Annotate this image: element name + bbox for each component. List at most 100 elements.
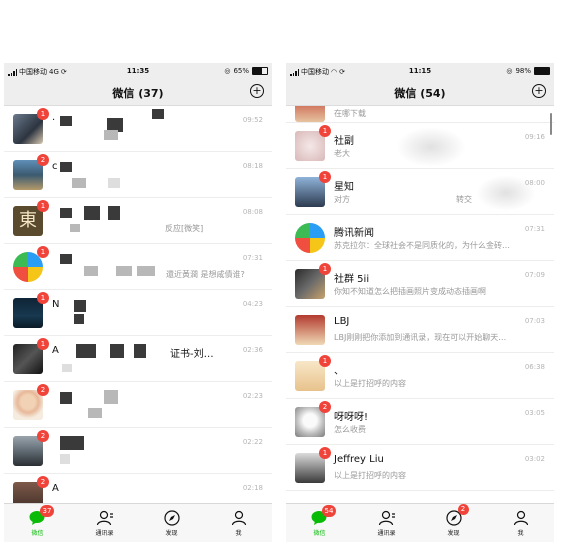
chat-row[interactable]: 2 呀呀呀! 怎么收费 03:05 [286, 399, 554, 445]
unread-badge: 1 [319, 125, 331, 137]
battery-icon [534, 67, 550, 75]
left-phone-screen: 中国移动 4G ⟳ 11:35 ◎ 65% 微信 (37) + 1 · 09:5… [4, 63, 272, 542]
chat-name: Jeffrey Liu [334, 454, 384, 465]
tab-unread-badge: 2 [457, 504, 469, 515]
unread-badge: 1 [37, 200, 49, 212]
battery-percent: 98% [515, 67, 531, 75]
chat-time: 06:38 [524, 363, 545, 371]
chat-row[interactable]: 2 02:22 [4, 428, 272, 474]
unread-badge: 1 [37, 338, 49, 350]
scrollbar[interactable] [550, 113, 552, 135]
chat-row[interactable]: 2 A 02:18 [4, 474, 272, 504]
person-icon [513, 510, 528, 526]
chat-preview: LBJ刚刚把你添加到通讯录，现在可以开始聊天… [334, 333, 507, 342]
status-bar: 中国移动 4G ⟳ 11:35 ◎ 65% [4, 63, 272, 80]
unread-badge: 2 [37, 476, 49, 488]
unread-badge: 1 [37, 246, 49, 258]
battery-icon [252, 67, 268, 75]
chat-preview: 你知不知道怎么把插画照片变成动态插画啊 [334, 287, 486, 296]
chat-time: 09:16 [524, 133, 545, 141]
unread-badge: 1 [319, 263, 331, 275]
chat-row[interactable]: 東 1 反应[微笑] 08:08 [4, 198, 272, 244]
chat-row[interactable]: 1 Jeffrey Liu 以上是打招呼的内容 03:02 [286, 445, 554, 491]
chat-row[interactable]: 1 還近黃潤 是想咸債谁? 07:31 [4, 244, 272, 290]
tab-bar: 54 微信 通讯录 2 发现 我 [286, 503, 554, 542]
chat-row[interactable]: 1 社群 5ii 你知不知道怎么把插画照片变成动态插画啊 07:09 [286, 261, 554, 307]
avatar [295, 315, 325, 345]
chat-name: A [52, 345, 59, 356]
unread-badge: 1 [319, 447, 331, 459]
chat-time: 07:31 [524, 225, 545, 233]
avatar [295, 223, 325, 253]
add-plus-button[interactable]: + [532, 84, 546, 98]
chat-row[interactable]: 2 02:23 [4, 382, 272, 428]
chat-row[interactable]: 2 c 08:18 [4, 152, 272, 198]
chat-name: 、 [334, 366, 344, 377]
chat-name: 星知 [334, 182, 354, 193]
chat-time: 09:52 [242, 116, 263, 124]
unread-badge: 1 [319, 171, 331, 183]
unread-badge: 2 [37, 430, 49, 442]
chat-preview: 怎么收费 [334, 425, 366, 434]
tab-label: 我 [235, 530, 242, 537]
tab-discover[interactable]: 发现 [138, 504, 205, 542]
chat-time: 02:22 [242, 438, 263, 446]
tab-contacts[interactable]: 通讯录 [353, 504, 420, 542]
tab-bar: 37 微信 通讯录 发现 我 [4, 503, 272, 542]
tab-label: 微信 [31, 530, 44, 537]
chat-name: N [52, 299, 60, 310]
tab-me[interactable]: 我 [205, 504, 272, 542]
chat-preview: 对方 [334, 195, 350, 204]
tab-chats[interactable]: 37 微信 [4, 504, 71, 542]
chat-row[interactable]: 1 · 09:52 [4, 106, 272, 152]
tab-contacts[interactable]: 通讯录 [71, 504, 138, 542]
right-phone-screen: 中国移动 ◠ ⟳ 11:15 ◎ 98% 微信 (54) + 在哪下载 1 社副… [286, 63, 554, 542]
battery-percent: 65% [233, 67, 249, 75]
chat-name: 腾讯新闻 [334, 228, 374, 239]
chat-time: 08:18 [242, 162, 263, 170]
chat-name: 社副 [334, 136, 354, 147]
chat-time: 08:00 [524, 179, 545, 187]
chat-row[interactable]: 1 、 以上是打招呼的内容 06:38 [286, 353, 554, 399]
chat-name: 社群 5ii [334, 274, 370, 285]
chat-preview: 反应[微笑] [165, 224, 204, 233]
chat-name: 呀呀呀! [334, 412, 369, 423]
chat-row[interactable]: 腾讯新闻 苏克拉尔：全球社会不是同质化的，为什么金砖… 07:31 [286, 215, 554, 261]
chat-row[interactable]: LBJ LBJ刚刚把你添加到通讯录，现在可以开始聊天… 07:03 [286, 307, 554, 353]
chat-list[interactable]: 在哪下载 1 社副 老大 09:16 1 星知 对方 转交 08:00 腾讯新闻… [286, 106, 554, 504]
chat-time: 07:31 [242, 254, 263, 262]
rotation-lock-icon: ◎ [224, 67, 231, 75]
unread-badge: 2 [37, 154, 49, 166]
contacts-icon [378, 510, 395, 526]
chat-name: c [52, 161, 58, 172]
contacts-icon [96, 510, 113, 526]
chat-time: 07:03 [524, 317, 545, 325]
chat-preview: 以上是打招呼的内容 [334, 379, 406, 388]
page-title: 微信 (54) [394, 87, 446, 100]
chat-time: 07:09 [524, 271, 545, 279]
tab-discover[interactable]: 2 发现 [420, 504, 487, 542]
chat-preview: 证书-刘… [170, 349, 214, 360]
chat-preview: 以上是打招呼的内容 [334, 471, 406, 480]
chat-row-partial[interactable]: 在哪下载 [286, 106, 554, 123]
tab-unread-badge: 54 [321, 505, 337, 517]
chat-name: LBJ [334, 316, 350, 327]
rotation-lock-icon: ◎ [506, 67, 513, 75]
chat-row[interactable]: 1 星知 对方 转交 08:00 [286, 169, 554, 215]
chat-name: A [52, 483, 59, 494]
status-bar: 中国移动 ◠ ⟳ 11:15 ◎ 98% [286, 63, 554, 80]
chat-preview: 苏克拉尔：全球社会不是同质化的，为什么金砖… [334, 241, 510, 250]
chat-row[interactable]: 1 N 04:23 [4, 290, 272, 336]
tab-me[interactable]: 我 [487, 504, 554, 542]
unread-badge: 1 [37, 292, 49, 304]
person-icon [231, 510, 246, 526]
chat-time: 02:23 [242, 392, 263, 400]
chat-row[interactable]: 1 社副 老大 09:16 [286, 123, 554, 169]
unread-badge: 1 [37, 108, 49, 120]
add-plus-button[interactable]: + [250, 84, 264, 98]
tab-label: 发现 [165, 530, 178, 537]
chat-row[interactable]: 1 A 证书-刘… 02:36 [4, 336, 272, 382]
chat-preview: 老大 [334, 149, 350, 158]
chat-list[interactable]: 1 · 09:52 2 c 08:18 東 1 反应[微笑] 08:08 1 還… [4, 106, 272, 504]
tab-chats[interactable]: 54 微信 [286, 504, 353, 542]
